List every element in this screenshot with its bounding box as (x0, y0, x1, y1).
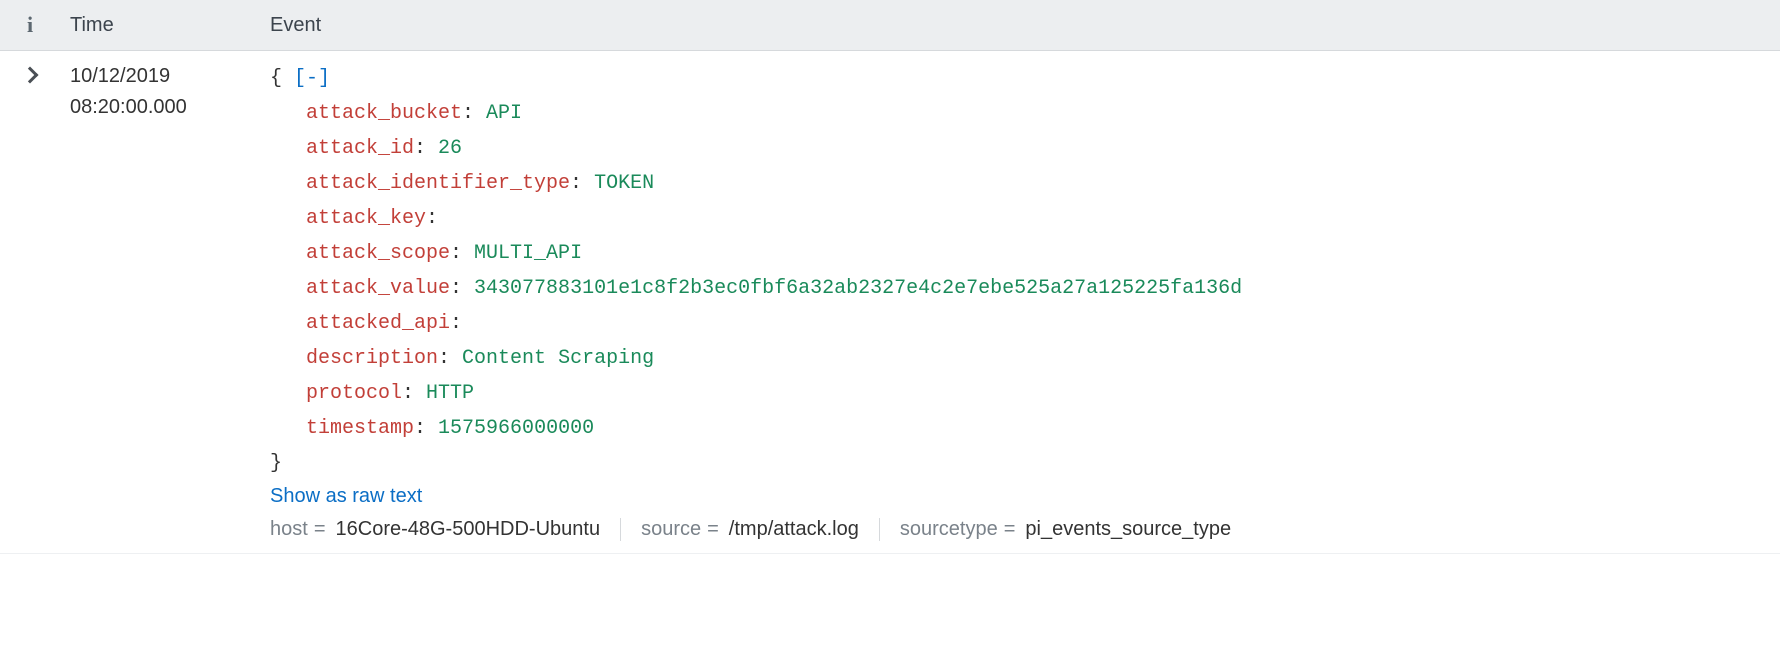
brace-open: { (270, 67, 282, 90)
json-field-row: timestamp: 1575966000000 (270, 411, 1770, 446)
meta-sourcetype[interactable]: sourcetype = pi_events_source_type (879, 518, 1251, 541)
json-value[interactable]: 26 (438, 137, 462, 160)
json-value[interactable]: 343077883101e1c8f2b3ec0fbf6a32ab2327e4c2… (474, 277, 1242, 300)
json-field-row: attack_bucket: API (270, 96, 1770, 131)
json-value[interactable]: API (486, 102, 522, 125)
meta-source-key: source (641, 518, 701, 541)
json-collapse-toggle[interactable]: [-] (294, 67, 330, 90)
meta-source-value: /tmp/attack.log (729, 518, 859, 541)
event-cell: { [-] attack_bucket: APIattack_id: 26att… (260, 51, 1780, 554)
json-key[interactable]: attack_bucket (306, 102, 462, 125)
meta-eq: = (707, 518, 719, 541)
json-colon: : (450, 242, 474, 265)
json-colon: : (450, 277, 474, 300)
json-colon: : (450, 312, 462, 335)
json-colon: : (414, 417, 438, 440)
events-table: i Time Event 10/12/2019 08:20:00.000 { [… (0, 0, 1780, 554)
json-value[interactable]: MULTI_API (474, 242, 582, 265)
event-date: 10/12/2019 (70, 61, 250, 92)
meta-eq: = (1004, 518, 1016, 541)
json-field-row: attack_key: (270, 201, 1770, 236)
meta-sourcetype-key: sourcetype (900, 518, 998, 541)
header-event-cell[interactable]: Event (260, 0, 1780, 51)
json-close-line: } (270, 446, 1770, 481)
json-colon: : (414, 137, 438, 160)
json-colon: : (438, 347, 462, 370)
json-colon: : (402, 382, 426, 405)
json-key[interactable]: attack_scope (306, 242, 450, 265)
table-header-row: i Time Event (0, 0, 1780, 51)
json-fields-container: attack_bucket: APIattack_id: 26attack_id… (270, 96, 1770, 446)
chevron-right-icon[interactable] (22, 67, 39, 84)
time-cell[interactable]: 10/12/2019 08:20:00.000 (60, 51, 260, 554)
json-open-line: { [-] (270, 61, 1770, 96)
meta-host-value: 16Core-48G-500HDD-Ubuntu (336, 518, 601, 541)
json-colon: : (426, 207, 438, 230)
meta-eq: = (314, 518, 326, 541)
show-raw-text-link[interactable]: Show as raw text (270, 485, 422, 508)
event-time: 08:20:00.000 (70, 92, 250, 123)
json-key[interactable]: attack_id (306, 137, 414, 160)
json-field-row: attack_value: 343077883101e1c8f2b3ec0fbf… (270, 271, 1770, 306)
json-key[interactable]: attack_key (306, 207, 426, 230)
json-field-row: description: Content Scraping (270, 341, 1770, 376)
json-key[interactable]: timestamp (306, 417, 414, 440)
json-field-row: attack_identifier_type: TOKEN (270, 166, 1770, 201)
json-value[interactable]: Content Scraping (462, 347, 654, 370)
brace-close: } (270, 452, 282, 475)
expand-cell[interactable] (0, 51, 60, 554)
meta-host[interactable]: host = 16Core-48G-500HDD-Ubuntu (270, 518, 620, 541)
json-field-row: attacked_api: (270, 306, 1770, 341)
event-meta-row: host = 16Core-48G-500HDD-Ubuntu source =… (270, 518, 1770, 541)
json-colon: : (570, 172, 594, 195)
meta-source[interactable]: source = /tmp/attack.log (620, 518, 879, 541)
json-value[interactable]: TOKEN (594, 172, 654, 195)
json-key[interactable]: attacked_api (306, 312, 450, 335)
meta-sourcetype-value: pi_events_source_type (1025, 518, 1231, 541)
json-key[interactable]: attack_identifier_type (306, 172, 570, 195)
header-time-cell[interactable]: Time (60, 0, 260, 51)
json-key[interactable]: protocol (306, 382, 402, 405)
json-field-row: attack_id: 26 (270, 131, 1770, 166)
meta-host-key: host (270, 518, 308, 541)
json-value[interactable]: HTTP (426, 382, 474, 405)
table-row: 10/12/2019 08:20:00.000 { [-] attack_buc… (0, 51, 1780, 554)
json-key[interactable]: description (306, 347, 438, 370)
json-key[interactable]: attack_value (306, 277, 450, 300)
json-value[interactable]: 1575966000000 (438, 417, 594, 440)
header-time-label: Time (70, 14, 114, 36)
json-field-row: protocol: HTTP (270, 376, 1770, 411)
json-colon: : (462, 102, 486, 125)
info-icon: i (27, 12, 33, 38)
json-field-row: attack_scope: MULTI_API (270, 236, 1770, 271)
json-event-block: { [-] attack_bucket: APIattack_id: 26att… (270, 61, 1770, 481)
header-info-cell[interactable]: i (0, 0, 60, 51)
header-event-label: Event (270, 14, 321, 36)
